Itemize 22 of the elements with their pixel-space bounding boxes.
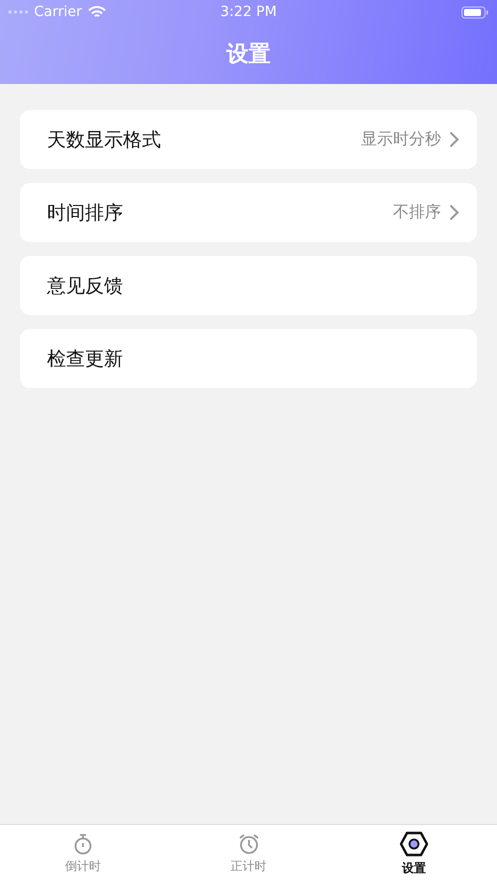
setting-label: 检查更新: [47, 346, 124, 372]
status-time: 3:22 PM: [220, 4, 277, 20]
tab-item[interactable]: 设置: [331, 825, 497, 883]
battery-icon: [461, 6, 489, 18]
carrier-name: Carrier: [34, 4, 82, 20]
settings-row[interactable]: 天数显示格式 显示时分秒: [20, 110, 477, 169]
settings-row[interactable]: 时间排序 不排序: [20, 183, 477, 242]
signal-icon: [8, 9, 30, 15]
setting-label: 意见反馈: [47, 274, 124, 298]
setting-value: 不排序: [393, 202, 441, 223]
stopwatch-icon: [72, 833, 93, 855]
tab-item[interactable]: 正计时: [166, 825, 332, 883]
setting-label: 时间排序: [47, 200, 124, 226]
page-title: 设置: [226, 41, 270, 69]
setting-label: 天数显示格式: [47, 128, 162, 152]
settings-row[interactable]: 意见反馈: [20, 256, 477, 315]
wifi-icon: [88, 6, 106, 18]
settings-row[interactable]: 检查更新: [20, 329, 477, 388]
settings-icon: [400, 831, 428, 857]
setting-value: 显示时分秒: [361, 129, 441, 150]
alarm-clock-icon: [238, 833, 260, 855]
tab-item[interactable]: 倒计时: [0, 825, 166, 883]
